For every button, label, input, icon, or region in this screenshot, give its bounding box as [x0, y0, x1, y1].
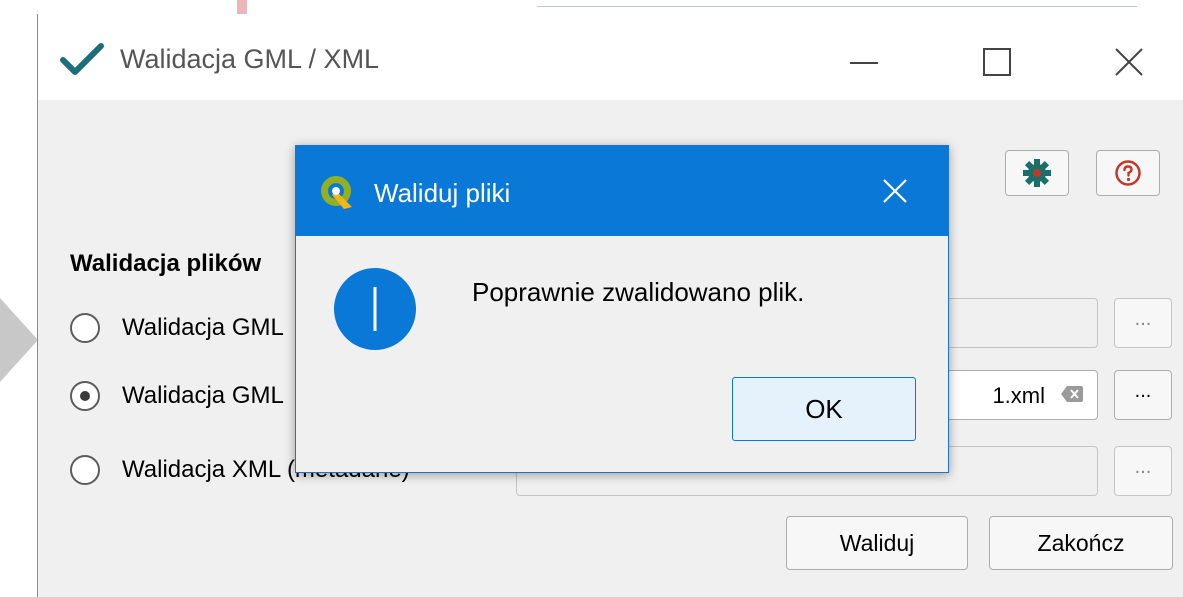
maximize-icon[interactable]	[983, 48, 1011, 76]
dialog-title-bar: Waliduj pliki	[296, 146, 948, 236]
title-bar: Walidacja GML / XML	[38, 14, 1183, 100]
dialog-message: Poprawnie zwalidowano plik.	[472, 277, 805, 307]
window-title: Walidacja GML / XML	[120, 44, 380, 74]
arrow-decoration	[0, 298, 38, 382]
dialog-title: Waliduj pliki	[374, 178, 511, 208]
radio-button[interactable]	[70, 455, 100, 485]
browse-button-1[interactable]: ...	[1114, 298, 1172, 348]
radio-label: Walidacja GML	[122, 382, 284, 409]
radio-option-gml-2[interactable]: Walidacja GML	[70, 376, 284, 416]
close-icon[interactable]	[880, 176, 910, 206]
message-dialog: Waliduj pliki Poprawnie zwalidowano plik…	[295, 145, 949, 473]
help-icon	[1115, 160, 1141, 186]
background-window-edge	[37, 0, 1183, 14]
gear-icon	[1023, 159, 1051, 187]
browse-button-3[interactable]: ...	[1114, 446, 1172, 496]
qgis-logo-icon	[321, 176, 352, 209]
file-path-value: 1.xml	[992, 383, 1045, 408]
ok-button[interactable]: OK	[732, 377, 916, 441]
radio-button-checked[interactable]	[70, 381, 100, 411]
clear-icon[interactable]	[1061, 386, 1083, 402]
radio-label: Walidacja GML	[122, 314, 284, 341]
info-icon	[334, 268, 416, 350]
validate-button[interactable]: Waliduj	[786, 516, 968, 570]
browse-button-2[interactable]: ...	[1114, 370, 1172, 420]
close-icon[interactable]	[1113, 46, 1145, 78]
finish-button[interactable]: Zakończ	[989, 516, 1173, 570]
checkmark-icon	[60, 43, 104, 75]
section-title: Walidacja plików	[70, 250, 262, 277]
help-button[interactable]	[1096, 150, 1160, 196]
minimize-icon[interactable]	[850, 62, 878, 64]
radio-option-gml-1[interactable]: Walidacja GML	[70, 308, 284, 348]
radio-button[interactable]	[70, 313, 100, 343]
settings-button[interactable]	[1005, 150, 1069, 196]
